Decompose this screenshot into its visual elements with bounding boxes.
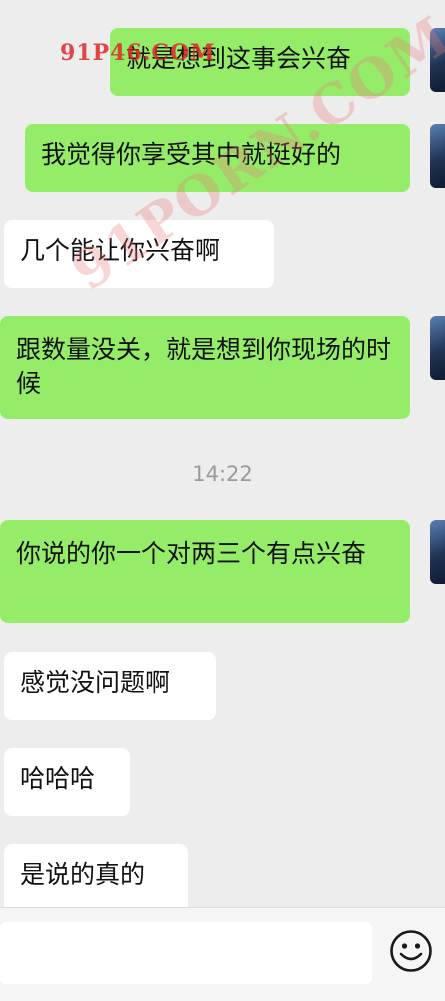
smiley-icon[interactable] — [389, 929, 433, 973]
message-bubble-incoming[interactable]: 感觉没问题啊 — [4, 652, 216, 720]
message-text: 是说的真的 — [20, 860, 146, 889]
message-bubble-outgoing[interactable]: 你说的你一个对两三个有点兴奋 — [0, 520, 410, 623]
message-text: 哈哈哈 — [20, 764, 96, 793]
message-bubble-incoming[interactable]: 哈哈哈 — [4, 748, 130, 816]
avatar[interactable] — [430, 316, 445, 380]
message-bubble-incoming[interactable]: 是说的真的 — [4, 844, 188, 912]
message-text: 跟数量没关，就是想到你现场的时候 — [16, 335, 392, 398]
message-text: 感觉没问题啊 — [20, 668, 171, 697]
message-bubble-outgoing[interactable]: 跟数量没关，就是想到你现场的时候 — [0, 316, 410, 419]
avatar[interactable] — [430, 520, 445, 584]
watermark: 91P46.COM — [60, 40, 216, 66]
message-timestamp: 14:22 — [192, 462, 253, 486]
avatar[interactable] — [430, 124, 445, 188]
message-text: 你说的你一个对两三个有点兴奋 — [16, 539, 367, 568]
message-input[interactable] — [0, 922, 372, 984]
input-bar — [0, 907, 445, 1001]
